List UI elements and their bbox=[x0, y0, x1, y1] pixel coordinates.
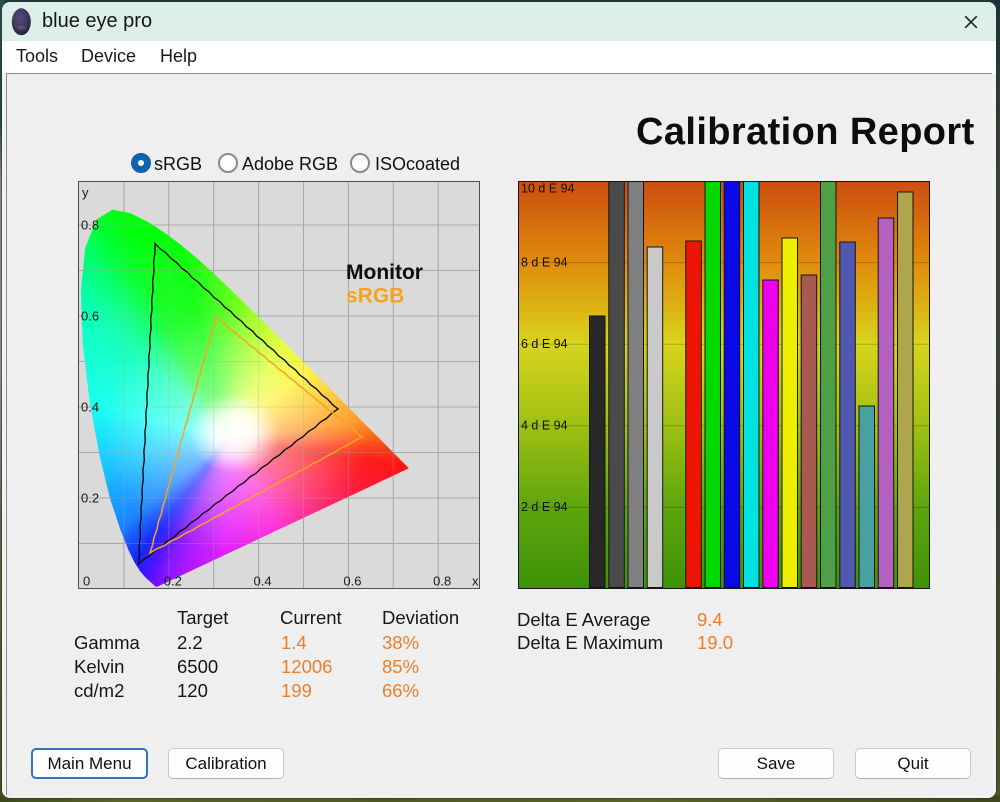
svg-text:0.4: 0.4 bbox=[81, 400, 99, 415]
svg-text:4 d E 94: 4 d E 94 bbox=[521, 419, 568, 433]
svg-text:0: 0 bbox=[83, 574, 90, 589]
svg-text:0.4: 0.4 bbox=[254, 574, 272, 589]
svg-text:Monitor: Monitor bbox=[346, 261, 423, 284]
svg-text:x: x bbox=[472, 574, 479, 589]
svg-text:0.2: 0.2 bbox=[81, 491, 99, 506]
svg-text:0.6: 0.6 bbox=[81, 309, 99, 324]
svg-text:sRGB: sRGB bbox=[346, 285, 404, 308]
svg-text:0.8: 0.8 bbox=[81, 218, 99, 233]
svg-text:0.6: 0.6 bbox=[343, 574, 361, 589]
svg-text:0.2: 0.2 bbox=[164, 574, 182, 589]
svg-text:2 d E 94: 2 d E 94 bbox=[521, 500, 568, 514]
svg-text:10 d E 94: 10 d E 94 bbox=[521, 182, 575, 196]
svg-text:8 d E 94: 8 d E 94 bbox=[521, 256, 568, 270]
svg-text:0.8: 0.8 bbox=[433, 574, 451, 589]
svg-text:6 d E 94: 6 d E 94 bbox=[521, 337, 568, 351]
svg-text:y: y bbox=[82, 185, 89, 200]
